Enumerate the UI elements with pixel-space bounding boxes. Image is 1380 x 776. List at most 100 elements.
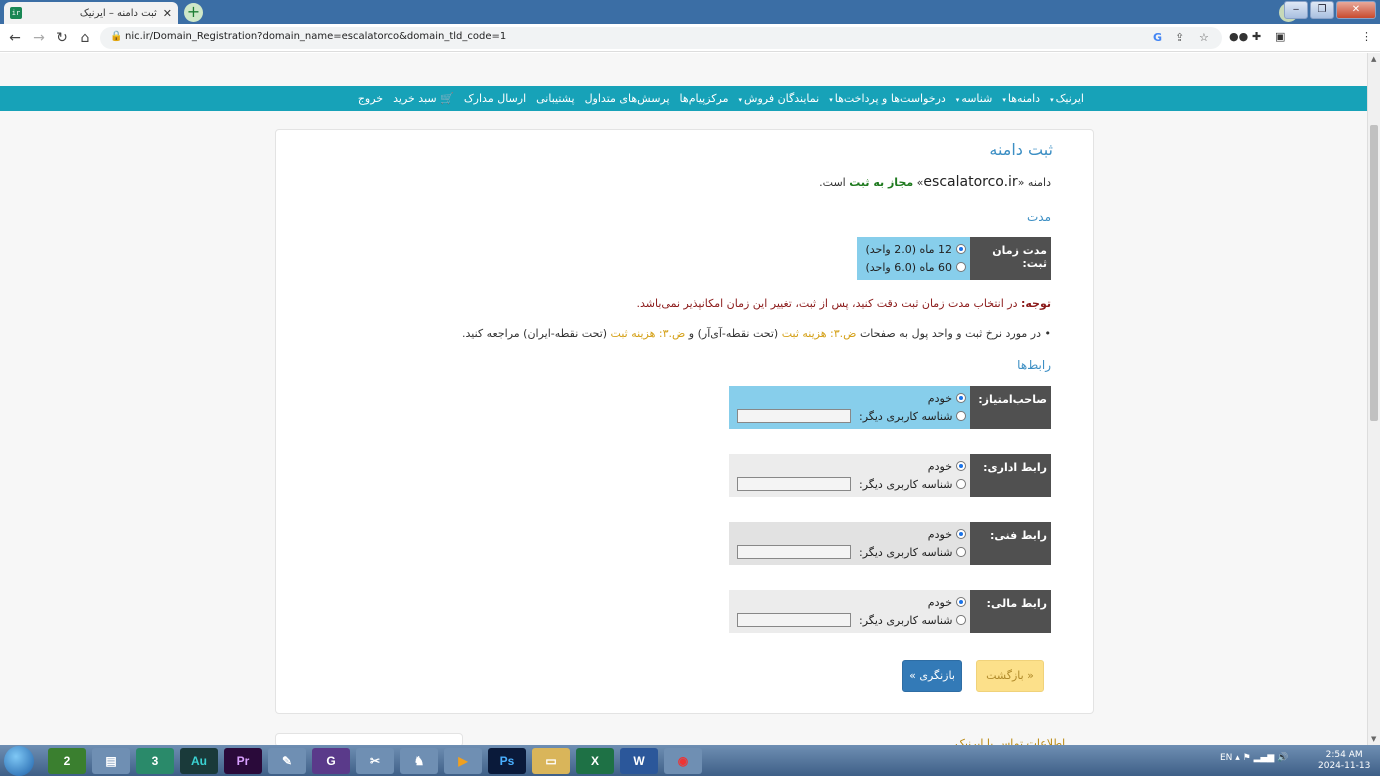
footer-contact-heading: اطلاعات تماس با ایرنیک <box>955 737 1066 745</box>
contact-option-other[interactable]: شناسه کاربری دیگر: <box>737 611 966 629</box>
nav-item-cart[interactable]: 🛒 سبد خرید <box>388 86 459 111</box>
radio-icon[interactable] <box>956 547 966 557</box>
other-handle-input[interactable] <box>737 545 852 559</box>
radio-selected-icon[interactable] <box>956 244 966 254</box>
contact-options: خودم شناسه کاربری دیگر: <box>729 386 970 429</box>
page-scrollbar[interactable]: ▲ ▼ <box>1367 53 1380 745</box>
app-icon[interactable]: G <box>312 748 350 774</box>
nav-item-handle[interactable]: شناسه▾ <box>951 86 998 111</box>
contact-option-self[interactable]: خودم <box>737 525 966 543</box>
contact-option-other[interactable]: شناسه کاربری دیگر: <box>737 543 966 561</box>
folder-icon[interactable]: ▭ <box>532 748 570 774</box>
contact-option-other[interactable]: شناسه کاربری دیگر: <box>737 407 966 425</box>
tab-close-icon[interactable]: ✕ <box>163 7 172 20</box>
radio-icon[interactable] <box>956 479 966 489</box>
scroll-thumb[interactable] <box>1370 125 1378 421</box>
new-tab-button[interactable]: + <box>184 3 203 22</box>
main-nav: ایرنیک▾ دامنه‌ها▾ شناسه▾ درخواست‌ها و پر… <box>0 86 1367 111</box>
maximize-button[interactable]: ❐ <box>1310 1 1334 19</box>
share-icon[interactable]: ⇪ <box>1175 31 1184 44</box>
nav-item-domains[interactable]: دامنه‌ها▾ <box>997 86 1045 111</box>
start-button[interactable] <box>4 746 34 776</box>
kebab-menu-icon[interactable]: ⋮ <box>1361 30 1372 43</box>
photoshop-icon[interactable]: Ps <box>488 748 526 774</box>
minimize-button[interactable]: ‒ <box>1284 1 1308 19</box>
pricing-link-ir[interactable]: ض.۳: هزینه ثبت <box>782 327 857 340</box>
contact-option-self[interactable]: خودم <box>737 389 966 407</box>
info-text: در مورد نرخ ثبت و واحد پول به صفحات <box>856 327 1045 340</box>
pricing-link-iran[interactable]: ض.۳: هزینه ثبت <box>611 327 686 340</box>
duration-option-12[interactable]: 12 ماه (2.0 واحد) <box>865 240 966 258</box>
app-icon[interactable]: 2 <box>48 748 86 774</box>
radio-selected-icon[interactable] <box>956 393 966 403</box>
radio-icon[interactable] <box>956 615 966 625</box>
nav-item-resellers[interactable]: نمایندگان فروش▾ <box>734 86 825 111</box>
review-button[interactable]: بازنگری » <box>902 660 962 692</box>
audition-icon[interactable]: Au <box>180 748 218 774</box>
bullet: • <box>1044 327 1052 340</box>
app-icon[interactable]: ✎ <box>268 748 306 774</box>
nav-item-support[interactable]: پشتیبانی <box>531 86 579 111</box>
nav-item-faq[interactable]: پرسش‌های متداول <box>580 86 675 111</box>
extension-icon[interactable]: ●● <box>1229 30 1248 43</box>
scroll-up-icon[interactable]: ▲ <box>1371 55 1376 63</box>
close-window-button[interactable]: ✕ <box>1336 1 1376 19</box>
premiere-icon[interactable]: Pr <box>224 748 262 774</box>
pricing-info: • در مورد نرخ ثبت و واحد پول به صفحات ض.… <box>462 327 1051 340</box>
nav-item-requests[interactable]: درخواست‌ها و پرداخت‌ها▾ <box>824 86 951 111</box>
forward-arrow-icon[interactable]: → <box>30 29 48 47</box>
contact-option-self[interactable]: خودم <box>737 593 966 611</box>
duration-label: مدت زمان ثبت: <box>970 237 1051 280</box>
clock[interactable]: 2:54 AM 2024-11-13 <box>1318 750 1370 772</box>
contact-option-self[interactable]: خودم <box>737 457 966 475</box>
puzzle-extensions-icon[interactable]: ✚ <box>1252 30 1261 43</box>
page-title: ثبت دامنه <box>989 140 1053 159</box>
excel-icon[interactable]: X <box>576 748 614 774</box>
language-indicator[interactable]: EN <box>1220 753 1232 763</box>
back-arrow-icon[interactable]: ← <box>6 29 24 47</box>
duration-heading: مدت <box>1026 210 1051 224</box>
page-viewport: ایرنیک▾ دامنه‌ها▾ شناسه▾ درخواست‌ها و پر… <box>0 53 1367 745</box>
contact-options: خودم شناسه کاربری دیگر: <box>729 454 970 497</box>
nav-label: نمایندگان فروش <box>744 92 820 105</box>
nav-item-irnic[interactable]: ایرنیک▾ <box>1045 86 1089 111</box>
caret-down-icon: ▾ <box>738 96 743 104</box>
address-toolbar: ← → ↻ ⌂ 🔒 nic.ir/Domain_Registration?dom… <box>0 24 1380 52</box>
back-button[interactable]: « بازگشت <box>976 660 1044 692</box>
notice-body: در انتخاب مدت زمان ثبت دقت کنید، پس از ث… <box>636 297 1021 310</box>
contact-row-technical: رابط فنی: خودم شناسه کاربری دیگر: <box>729 522 1051 565</box>
app-icon[interactable]: 3 <box>136 748 174 774</box>
notepad-icon[interactable]: ▤ <box>92 748 130 774</box>
duration-option-60[interactable]: 60 ماه (6.0 واحد) <box>865 258 966 276</box>
home-icon[interactable]: ⌂ <box>76 29 94 47</box>
word-icon[interactable]: W <box>620 748 658 774</box>
nav-item-messages[interactable]: مرکزپیام‌ها <box>675 86 734 111</box>
url-bar[interactable]: 🔒 nic.ir/Domain_Registration?domain_name… <box>100 27 1222 49</box>
other-handle-input[interactable] <box>737 613 852 627</box>
google-translate-icon[interactable]: G <box>1153 31 1162 44</box>
contact-option-other[interactable]: شناسه کاربری دیگر: <box>737 475 966 493</box>
radio-selected-icon[interactable] <box>956 461 966 471</box>
site-favicon-icon: ir <box>10 7 22 19</box>
other-handle-input[interactable] <box>737 477 852 491</box>
app-icon[interactable]: ✂ <box>356 748 394 774</box>
caret-down-icon: ▾ <box>829 96 833 104</box>
radio-icon[interactable] <box>956 262 966 272</box>
status-ok: مجاز به ثبت <box>849 176 914 189</box>
nav-item-logout[interactable]: خروج <box>353 86 388 111</box>
bookmark-star-icon[interactable]: ☆ <box>1199 31 1209 44</box>
chess-icon[interactable]: ♞ <box>400 748 438 774</box>
radio-selected-icon[interactable] <box>956 529 966 539</box>
radio-selected-icon[interactable] <box>956 597 966 607</box>
media-player-icon[interactable]: ▶ <box>444 748 482 774</box>
chrome-icon[interactable]: ◉ <box>664 748 702 774</box>
other-handle-input[interactable] <box>737 409 852 423</box>
side-panel-icon[interactable]: ▣ <box>1275 30 1285 43</box>
browser-tab[interactable]: ir ثبت دامنه – ایرنیک ✕ <box>4 2 178 24</box>
reload-icon[interactable]: ↻ <box>53 29 71 47</box>
contact-options: خودم شناسه کاربری دیگر: <box>729 522 970 565</box>
nav-item-send-documents[interactable]: ارسال مدارک <box>459 86 531 111</box>
contact-row-holder: صاحب‌امتیاز: خودم شناسه کاربری دیگر: <box>729 386 1051 429</box>
radio-icon[interactable] <box>956 411 966 421</box>
scroll-down-icon[interactable]: ▼ <box>1371 735 1376 743</box>
